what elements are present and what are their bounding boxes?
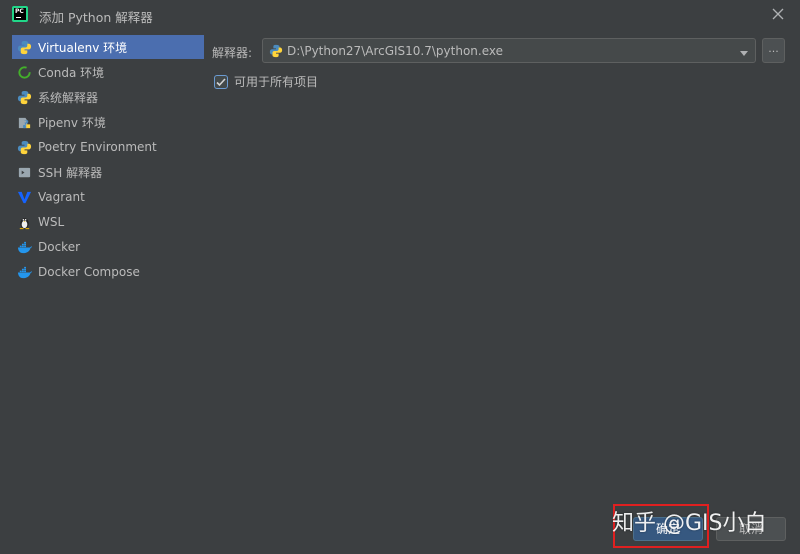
linux-penguin-icon [16,214,32,230]
sidebar-item-label: Conda 环境 [38,65,105,80]
python-icon [16,89,32,105]
make-available-row: 可用于所有项目 [214,73,318,90]
watermark: 知乎 @GIS小白 [612,511,767,536]
virtualenv-settings-panel: 解释器: D:\Python27\ArcGIS10.7\python.exe .… [206,30,800,554]
ssh-terminal-icon [16,164,32,180]
sidebar-item-docker[interactable]: Docker [12,235,204,259]
sidebar-item-wsl[interactable]: WSL [12,210,204,234]
conda-icon [16,64,32,80]
sidebar-item-poetry[interactable]: Poetry Environment [12,135,204,159]
sidebar-item-vagrant[interactable]: Vagrant [12,185,204,209]
window-title: 添加 Python 解释器 [39,10,153,25]
sidebar-item-label: Vagrant [38,190,85,204]
vagrant-icon [16,189,32,205]
sidebar-item-label: Pipenv 环境 [38,115,106,130]
pipenv-icon [16,114,32,130]
interpreter-type-list: Virtualenv 环境 Conda 环境 系统解释器 Pipenv 环境 P… [0,30,206,554]
python-icon [16,139,32,155]
sidebar-item-label: WSL [38,215,65,229]
sidebar-item-label: Virtualenv 环境 [38,40,128,55]
sidebar-item-ssh[interactable]: SSH 解释器 [12,160,204,184]
pycharm-app-icon: PC [12,6,28,22]
make-available-checkbox[interactable] [214,74,228,89]
sidebar-item-label: SSH 解释器 [38,165,103,180]
browse-interpreter-button[interactable]: ... [762,38,785,63]
sidebar-item-label: 系统解释器 [38,90,99,105]
interpreter-select[interactable]: D:\Python27\ArcGIS10.7\python.exe [262,38,756,63]
sidebar-item-virtualenv[interactable]: Virtualenv 环境 [12,35,204,59]
chevron-down-icon[interactable] [739,47,749,56]
python-icon [269,44,283,58]
sidebar-item-label: Docker [38,240,81,254]
docker-icon [16,239,32,255]
title-bar: PC 添加 Python 解释器 [0,0,800,30]
checkmark-icon [216,77,226,86]
interpreter-path-value: D:\Python27\ArcGIS10.7\python.exe [287,43,504,58]
make-available-label: 可用于所有项目 [234,75,319,89]
sidebar-item-pipenv[interactable]: Pipenv 环境 [12,110,204,134]
interpreter-label: 解释器: [212,46,253,60]
sidebar-item-label: Docker Compose [38,265,140,279]
docker-icon [16,264,32,280]
sidebar-item-label: Poetry Environment [38,140,157,154]
sidebar-item-system[interactable]: 系统解释器 [12,85,204,109]
sidebar-item-conda[interactable]: Conda 环境 [12,60,204,84]
sidebar-item-docker-compose[interactable]: Docker Compose [12,260,204,284]
close-button[interactable] [770,6,786,22]
python-icon [16,39,32,55]
close-icon [772,8,784,20]
